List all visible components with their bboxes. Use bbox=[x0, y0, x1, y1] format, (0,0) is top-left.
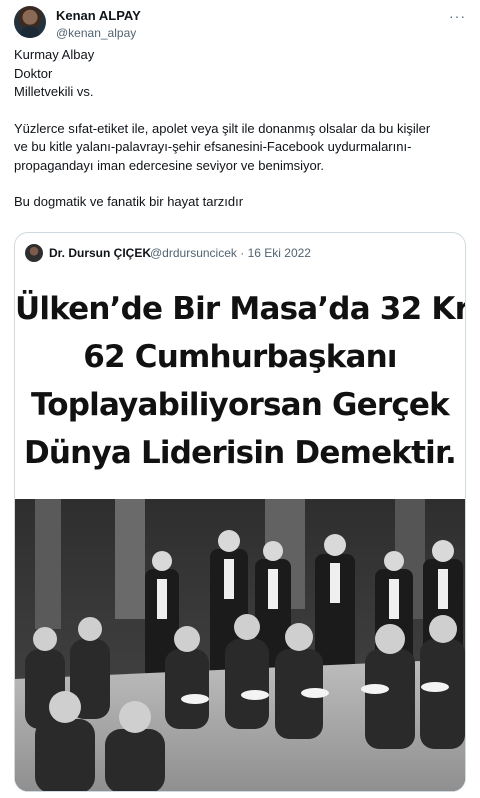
tweet-line: propagandayı iman edercesine seviyor ve … bbox=[14, 157, 325, 173]
tweet-line: Milletvekili vs. bbox=[14, 84, 94, 99]
tweet-line: Doktor bbox=[14, 65, 53, 81]
banner-line: Dünya Liderisin Demektir. bbox=[23, 435, 457, 471]
author-avatar[interactable] bbox=[14, 6, 46, 38]
quoted-meta: @drdursuncicek · 16 Eki 2022 bbox=[150, 246, 311, 260]
tweet-line: Kurmay Albay bbox=[14, 47, 95, 62]
tweet-line: ve bu kitle yalanı-palavrayı-şehir efsan… bbox=[14, 139, 412, 154]
quoted-image-banner: Ülken’de Bir Masa’da 32 Kral 62 Cumhurba… bbox=[15, 273, 465, 499]
banner-line: Toplayabiliyorsan Gerçek bbox=[31, 387, 450, 423]
tweet-line: Yüzlerce sıfat-etiket ile, apolet veya ş… bbox=[14, 120, 431, 136]
tweet-line: Bu dogmatik ve fanatik bir hayat tarzıdı… bbox=[14, 194, 244, 209]
tweet-text: Kurmay Albay Doktor Milletvekili vs. Yüz… bbox=[14, 46, 466, 212]
quoted-tweet[interactable]: Dr. Dursun ÇIÇEK @drdursuncicek · 16 Eki… bbox=[14, 232, 466, 792]
quoted-date: 16 Eki 2022 bbox=[247, 246, 311, 260]
quoted-photo[interactable] bbox=[15, 499, 465, 791]
banner-line: 62 Cumhurbaşkanı bbox=[83, 339, 397, 375]
more-icon[interactable]: ··· bbox=[449, 8, 466, 24]
tweet-header: Kenan ALPAY @kenan_alpay ··· bbox=[14, 6, 466, 40]
quoted-author-avatar bbox=[25, 244, 43, 262]
quoted-author-handle: @drdursuncicek bbox=[150, 246, 237, 260]
meta-separator: · bbox=[240, 246, 245, 260]
quoted-author-name: Dr. Dursun ÇIÇEK bbox=[49, 246, 152, 260]
author-handle[interactable]: @kenan_alpay bbox=[56, 26, 136, 40]
author-name[interactable]: Kenan ALPAY bbox=[56, 8, 141, 23]
banner-line: Ülken’de Bir Masa’da 32 Kral bbox=[15, 291, 466, 327]
banquet-photo-illustration bbox=[15, 499, 465, 791]
quoted-tweet-header: Dr. Dursun ÇIÇEK @drdursuncicek · 16 Eki… bbox=[25, 243, 455, 263]
